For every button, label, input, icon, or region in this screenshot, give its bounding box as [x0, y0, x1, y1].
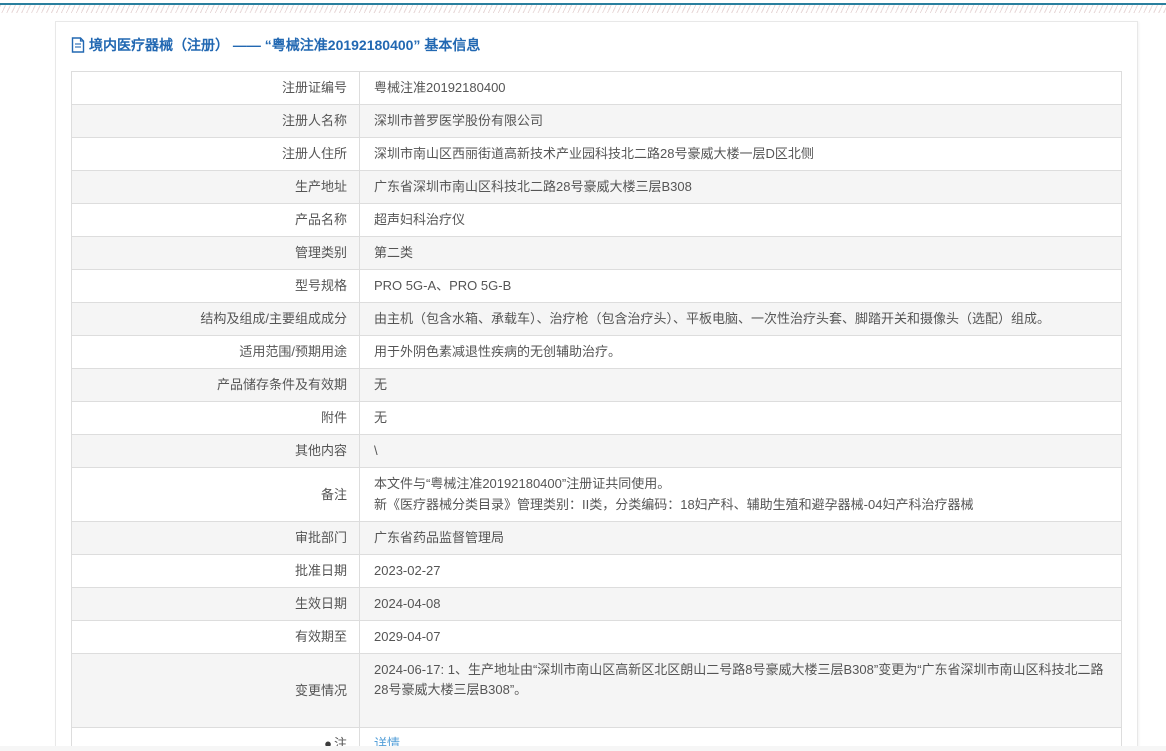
row-label: 注册证编号: [71, 71, 360, 105]
row-value-line: 本文件与“粤械注准20192180400”注册证共同使用。: [374, 476, 671, 491]
row-value-line: 粤械注准20192180400: [374, 80, 506, 95]
table-row: 附件无: [71, 401, 1122, 435]
row-value: 本文件与“粤械注准20192180400”注册证共同使用。新《医疗器械分类目录》…: [359, 467, 1122, 522]
row-value-line: 广东省深圳市南山区科技北二路28号豪威大楼三层B308: [374, 179, 692, 194]
row-value: 无: [359, 401, 1122, 435]
row-label: 注册人名称: [71, 104, 360, 138]
table-row: 有效期至 2029-04-07: [71, 620, 1122, 654]
table-row: 审批部门 广东省药品监督管理局: [71, 521, 1122, 555]
row-value: PRO 5G-A、PRO 5G-B: [359, 269, 1122, 303]
row-label: 生产地址: [71, 170, 360, 204]
row-value-line: 2023-02-27: [374, 563, 441, 578]
row-value-line: 无: [374, 410, 388, 425]
row-value: 广东省深圳市南山区科技北二路28号豪威大楼三层B308: [359, 170, 1122, 204]
table-row: 产品储存条件及有效期无: [71, 368, 1122, 402]
row-label: 附件: [71, 401, 360, 435]
row-value: 由主机（包含水箱、承载车）、治疗枪（包含治疗头）、平板电脑、一次性治疗头套、脚踏…: [359, 302, 1122, 336]
row-value-line: 2024-06-17: 1、生产地址由“深圳市南山区高新区北区朗山二号路8号豪威…: [374, 662, 1104, 697]
row-label: 适用范围/预期用途: [71, 335, 360, 369]
table-row: 注册人住所 深圳市南山区西丽街道高新技术产业园科技北二路28号豪威大楼一层D区北侧: [71, 137, 1122, 171]
row-value: 用于外阴色素减退性疾病的无创辅助治疗。: [359, 335, 1122, 369]
row-value: \: [359, 434, 1122, 468]
row-value: 深圳市南山区西丽街道高新技术产业园科技北二路28号豪威大楼一层D区北侧: [359, 137, 1122, 171]
table-row: 注册证编号 粤械注准20192180400: [71, 71, 1122, 105]
table-row: 批准日期 2023-02-27: [71, 554, 1122, 588]
row-label: 产品储存条件及有效期: [71, 368, 360, 402]
row-label: 生效日期: [71, 587, 360, 621]
row-value: 粤械注准20192180400: [359, 71, 1122, 105]
page-title: 境内医疗器械（注册） —— “粤械注准20192180400” 基本信息: [71, 35, 1122, 55]
row-value-line: 新《医疗器械分类目录》管理类别：II类，分类编码：18妇产科、辅助生殖和避孕器械…: [374, 497, 974, 512]
row-value-line: [374, 701, 1107, 721]
table-row: 变更情况 2024-06-17: 1、生产地址由“深圳市南山区高新区北区朗山二号路…: [71, 653, 1122, 728]
row-label: 备注: [71, 467, 360, 522]
table-row: 生产地址 广东省深圳市南山区科技北二路28号豪威大楼三层B308: [71, 170, 1122, 204]
row-value-line: 超声妇科治疗仪: [374, 212, 466, 227]
row-label: 管理类别: [71, 236, 360, 270]
row-label: 产品名称: [71, 203, 360, 237]
row-value-line: \: [374, 443, 378, 458]
row-value-line: 深圳市南山区西丽街道高新技术产业园科技北二路28号豪威大楼一层D区北侧: [374, 146, 814, 161]
row-value: 无: [359, 368, 1122, 402]
table-row: 适用范围/预期用途 用于外阴色素减退性疾病的无创辅助治疗。: [71, 335, 1122, 369]
table-row: 备注 本文件与“粤械注准20192180400”注册证共同使用。新《医疗器械分类目…: [71, 467, 1122, 522]
row-value: 第二类: [359, 236, 1122, 270]
row-value-line: 无: [374, 377, 388, 392]
table-row: 管理类别 第二类: [71, 236, 1122, 270]
row-label: 变更情况: [71, 653, 360, 728]
table-row: 其他内容 \: [71, 434, 1122, 468]
info-table-body: 注册证编号 粤械注准20192180400 注册人名称 深圳市普罗医学股份有限公司 注册…: [71, 71, 1122, 751]
row-label: 有效期至: [71, 620, 360, 654]
row-value-line: 由主机（包含水箱、承载车）、治疗枪（包含治疗头）、平板电脑、一次性治疗头套、脚踏…: [374, 311, 1051, 326]
row-label: 注册人住所: [71, 137, 360, 171]
table-row: 结构及组成/主要组成成分 由主机（包含水箱、承载车）、治疗枪（包含治疗头）、平板电…: [71, 302, 1122, 336]
page-title-text: 境内医疗器械（注册） —— “粤械注准20192180400” 基本信息: [89, 37, 481, 53]
row-value: 2029-04-07: [359, 620, 1122, 654]
row-label: 结构及组成/主要组成成分: [71, 302, 360, 336]
row-value-line: 深圳市普罗医学股份有限公司: [374, 113, 544, 128]
top-hatch-pattern: [0, 5, 1166, 13]
table-row: 注册人名称 深圳市普罗医学股份有限公司: [71, 104, 1122, 138]
row-label: 其他内容: [71, 434, 360, 468]
row-label: 型号规格: [71, 269, 360, 303]
row-value: 超声妇科治疗仪: [359, 203, 1122, 237]
table-row: 生效日期 2024-04-08: [71, 587, 1122, 621]
row-value: 2024-04-08: [359, 587, 1122, 621]
row-value: 2024-06-17: 1、生产地址由“深圳市南山区高新区北区朗山二号路8号豪威…: [359, 653, 1122, 728]
row-label: 审批部门: [71, 521, 360, 555]
row-value-line: 用于外阴色素减退性疾病的无创辅助治疗。: [374, 344, 622, 359]
document-icon: [71, 37, 85, 53]
row-value-line: PRO 5G-A、PRO 5G-B: [374, 278, 512, 293]
top-accent-band: [0, 0, 1166, 13]
content-panel: 境内医疗器械（注册） —— “粤械注准20192180400” 基本信息 注册证…: [55, 21, 1138, 751]
row-value-line: 2029-04-07: [374, 629, 441, 644]
info-table: 注册证编号 粤械注准20192180400 注册人名称 深圳市普罗医学股份有限公司 注册…: [71, 71, 1122, 751]
row-label: 批准日期: [71, 554, 360, 588]
table-row: 型号规格 PRO 5G-A、PRO 5G-B: [71, 269, 1122, 303]
row-value: 广东省药品监督管理局: [359, 521, 1122, 555]
row-value: 2023-02-27: [359, 554, 1122, 588]
row-value-line: 第二类: [374, 245, 414, 260]
table-row: 产品名称 超声妇科治疗仪: [71, 203, 1122, 237]
row-value: 深圳市普罗医学股份有限公司: [359, 104, 1122, 138]
page-bottom-divider: [0, 746, 1166, 751]
row-value-line: 广东省药品监督管理局: [374, 530, 505, 545]
row-value-line: 2024-04-08: [374, 596, 441, 611]
